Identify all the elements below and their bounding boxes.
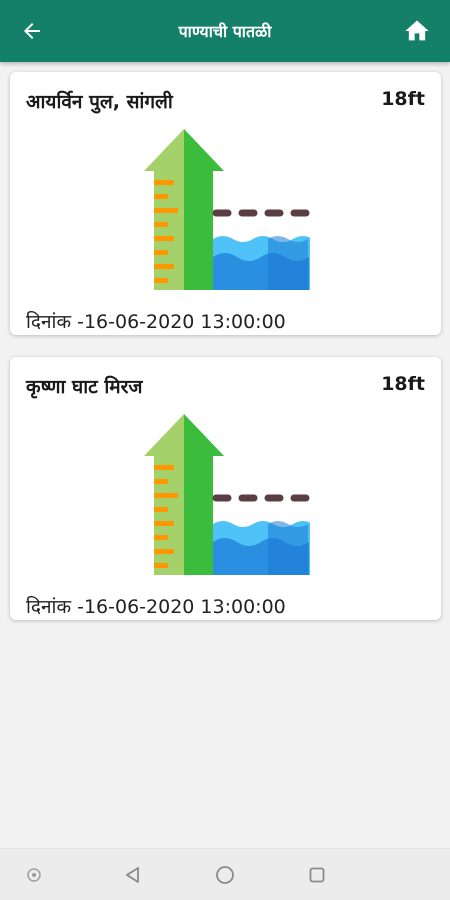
reading-date: दिनांक -16-06-2020 13:00:00 (26, 596, 286, 618)
station-card[interactable]: आयर्विन पुल, सांगली 18ft दिनांक -16-06-2… (10, 72, 441, 335)
station-name: कृष्णा घाट मिरज (26, 376, 143, 398)
page-title: पाण्याची पातळी (178, 22, 272, 41)
water-level-value: 18ft (381, 88, 425, 110)
nav-home-button[interactable] (213, 863, 237, 887)
water-level-icon (144, 129, 310, 290)
home-button[interactable] (402, 16, 432, 46)
water-level-icon (144, 414, 310, 575)
back-button[interactable] (18, 17, 46, 45)
station-card[interactable]: कृष्णा घाट मिरज 18ft दिनांक -16-06-2020 … (10, 357, 441, 620)
back-triangle-icon (126, 867, 139, 883)
arrow-left-icon (24, 23, 40, 39)
station-name: आयर्विन पुल, सांगली (26, 91, 173, 113)
app-bar: पाण्याची पातळी (0, 0, 450, 62)
water-level-value: 18ft (381, 373, 425, 395)
recents-square-icon (309, 867, 325, 883)
home-circle-icon (216, 866, 234, 884)
nav-back-button[interactable] (121, 863, 145, 887)
nav-recents-button[interactable] (305, 863, 329, 887)
circle-dot-icon (27, 868, 41, 882)
home-icon (405, 20, 429, 41)
system-nav-bar (0, 848, 450, 900)
assistant-button[interactable] (22, 863, 46, 887)
reading-date: दिनांक -16-06-2020 13:00:00 (26, 311, 286, 333)
